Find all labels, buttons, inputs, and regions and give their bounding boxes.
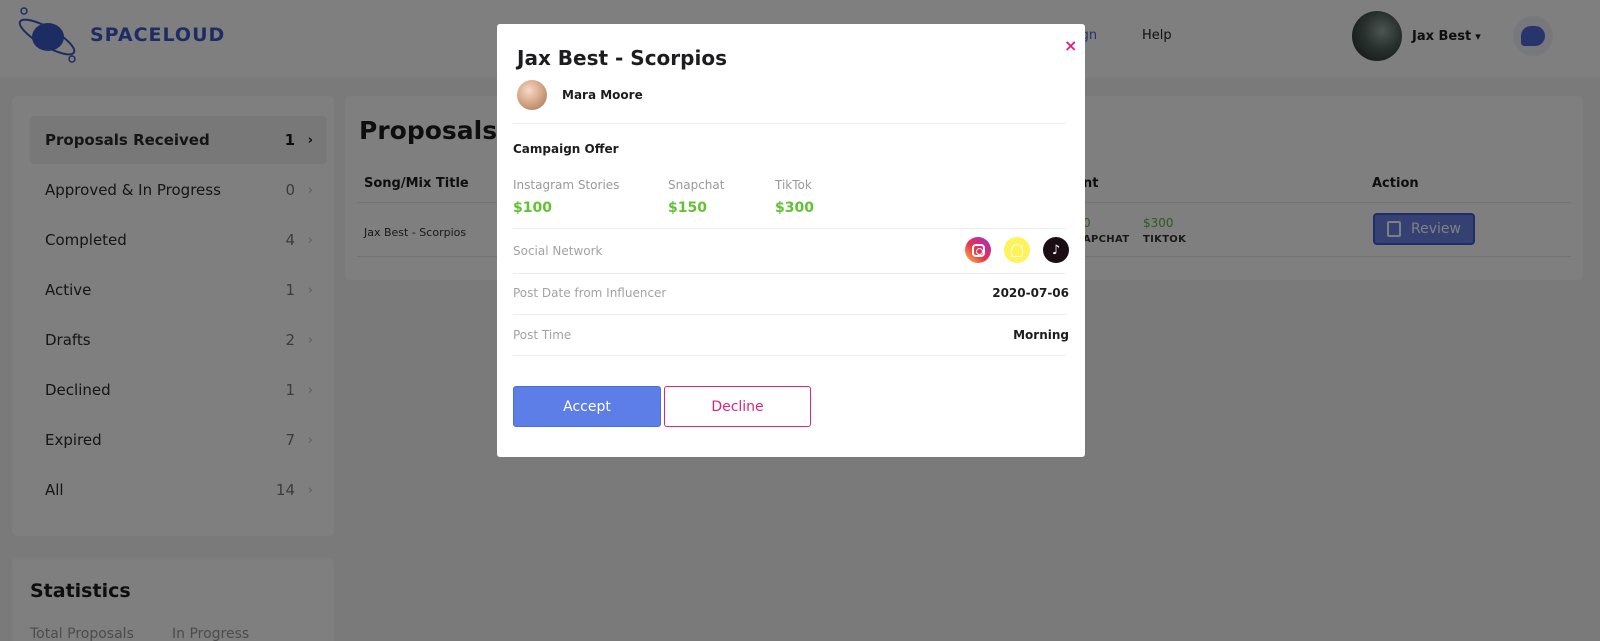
influencer-name: Mara Moore [562,88,643,102]
tiktok-icon: ♪ [1043,237,1069,263]
post-date-value: 2020-07-06 [992,286,1069,300]
platform-snapchat-price: $150 [668,200,707,216]
post-time-value: Morning [1013,328,1069,342]
platform-tiktok-price: $300 [775,200,814,216]
post-date-label: Post Date from Influencer [513,286,667,300]
post-time-label: Post Time [513,328,572,342]
close-icon[interactable]: × [1064,36,1077,55]
snapchat-icon [1004,237,1030,263]
accept-button[interactable]: Accept [513,386,661,427]
instagram-icon [965,237,991,263]
influencer-info: Mara Moore [517,80,643,110]
platform-instagram-price: $100 [513,200,552,216]
divider [513,355,1066,356]
platform-instagram-label: Instagram Stories [513,178,620,192]
divider [513,123,1066,124]
platform-tiktok-label: TikTok [775,178,812,192]
modal-title: Jax Best - Scorpios [517,46,727,70]
campaign-offer-heading: Campaign Offer [513,142,619,156]
platform-snapchat-label: Snapchat [668,178,725,192]
proposal-modal: × Jax Best - Scorpios Mara Moore Campaig… [497,24,1085,457]
influencer-avatar [517,80,547,110]
decline-button[interactable]: Decline [664,386,811,427]
divider [513,273,1066,274]
divider [513,228,1066,229]
divider [513,314,1066,315]
social-network-label: Social Network [513,244,603,258]
